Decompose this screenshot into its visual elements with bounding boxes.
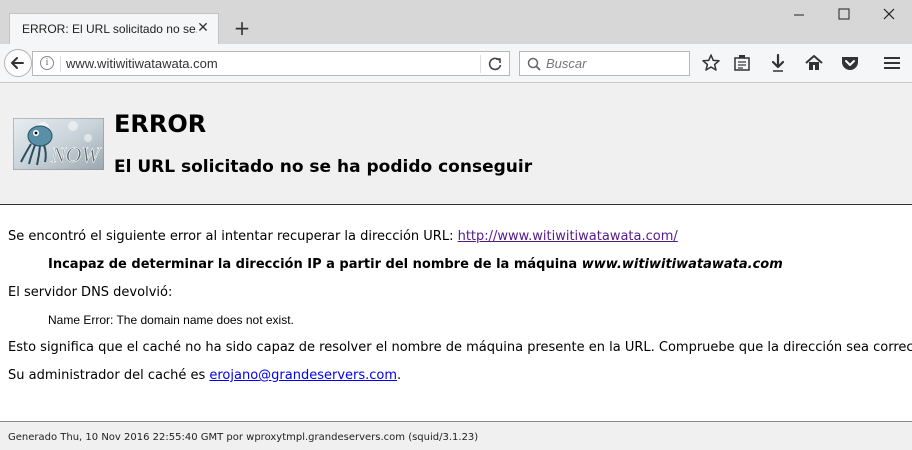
menu-icon[interactable] — [881, 52, 903, 74]
page-title: ERROR — [114, 110, 207, 138]
error-header: NOW ERROR El URL solicitado no se ha pod… — [0, 83, 912, 205]
dns-label: El servidor DNS devolvió: — [8, 285, 173, 300]
home-icon[interactable] — [803, 52, 825, 74]
info-icon[interactable]: i — [40, 56, 54, 70]
search-bar[interactable] — [519, 51, 690, 76]
footer: Generado Thu, 10 Nov 2016 22:55:40 GMT p… — [0, 422, 912, 450]
back-button[interactable] — [4, 49, 32, 77]
url-text[interactable]: www.witiwitiwatawata.com — [66, 56, 218, 71]
search-input[interactable] — [546, 54, 686, 73]
url-bar[interactable]: i www.witiwitiwatawata.com — [32, 51, 510, 76]
tab-title: ERROR: El URL solicitado no se... — [22, 22, 197, 36]
intro-paragraph: Se encontró el siguiente error al intent… — [8, 229, 678, 244]
error-host: www.witiwitiwatawata.com — [581, 257, 783, 272]
reading-list-icon[interactable] — [731, 52, 753, 74]
tab-active[interactable]: ERROR: El URL solicitado no se... ✕ — [9, 13, 219, 44]
page-subtitle: El URL solicitado no se ha podido conseg… — [114, 157, 533, 177]
title-bar: ERROR: El URL solicitado no se... ✕ + — [0, 0, 912, 44]
maximize-icon[interactable] — [834, 6, 854, 22]
requested-url-link[interactable]: http://www.witiwitiwatawata.com/ — [458, 229, 678, 244]
url-separator — [60, 56, 61, 72]
admin-suffix: . — [397, 368, 402, 383]
url-separator-2 — [480, 55, 481, 73]
intro-text: Se encontró el siguiente error al intent… — [8, 229, 458, 244]
back-arrow-icon — [11, 57, 24, 69]
svg-text:NOW: NOW — [50, 142, 102, 167]
close-icon[interactable]: ✕ — [194, 19, 212, 37]
meaning-paragraph: Esto significa que el caché no ha sido c… — [8, 340, 912, 355]
plus-icon[interactable]: + — [232, 18, 252, 38]
dns-message: Name Error: The domain name does not exi… — [48, 313, 294, 327]
window-close-icon[interactable] — [879, 6, 899, 22]
footer-text: Generado Thu, 10 Nov 2016 22:55:40 GMT p… — [8, 432, 479, 443]
nav-toolbar: i www.witiwitiwatawata.com — [0, 44, 912, 83]
admin-paragraph: Su administrador del caché es erojano@gr… — [8, 368, 401, 383]
minimize-icon[interactable] — [789, 6, 809, 22]
squid-now-logo-icon: NOW — [13, 118, 104, 170]
download-icon[interactable] — [767, 52, 789, 74]
error-bold-text: Incapaz de determinar la dirección IP a … — [48, 257, 582, 272]
star-icon[interactable] — [700, 52, 722, 74]
reload-icon[interactable] — [485, 54, 505, 74]
search-icon — [527, 57, 541, 71]
admin-email-link[interactable]: erojano@grandeservers.com — [209, 368, 397, 383]
admin-text: Su administrador del caché es — [8, 368, 210, 383]
error-detail: Incapaz de determinar la dirección IP a … — [48, 257, 783, 272]
pocket-icon[interactable] — [839, 52, 861, 74]
